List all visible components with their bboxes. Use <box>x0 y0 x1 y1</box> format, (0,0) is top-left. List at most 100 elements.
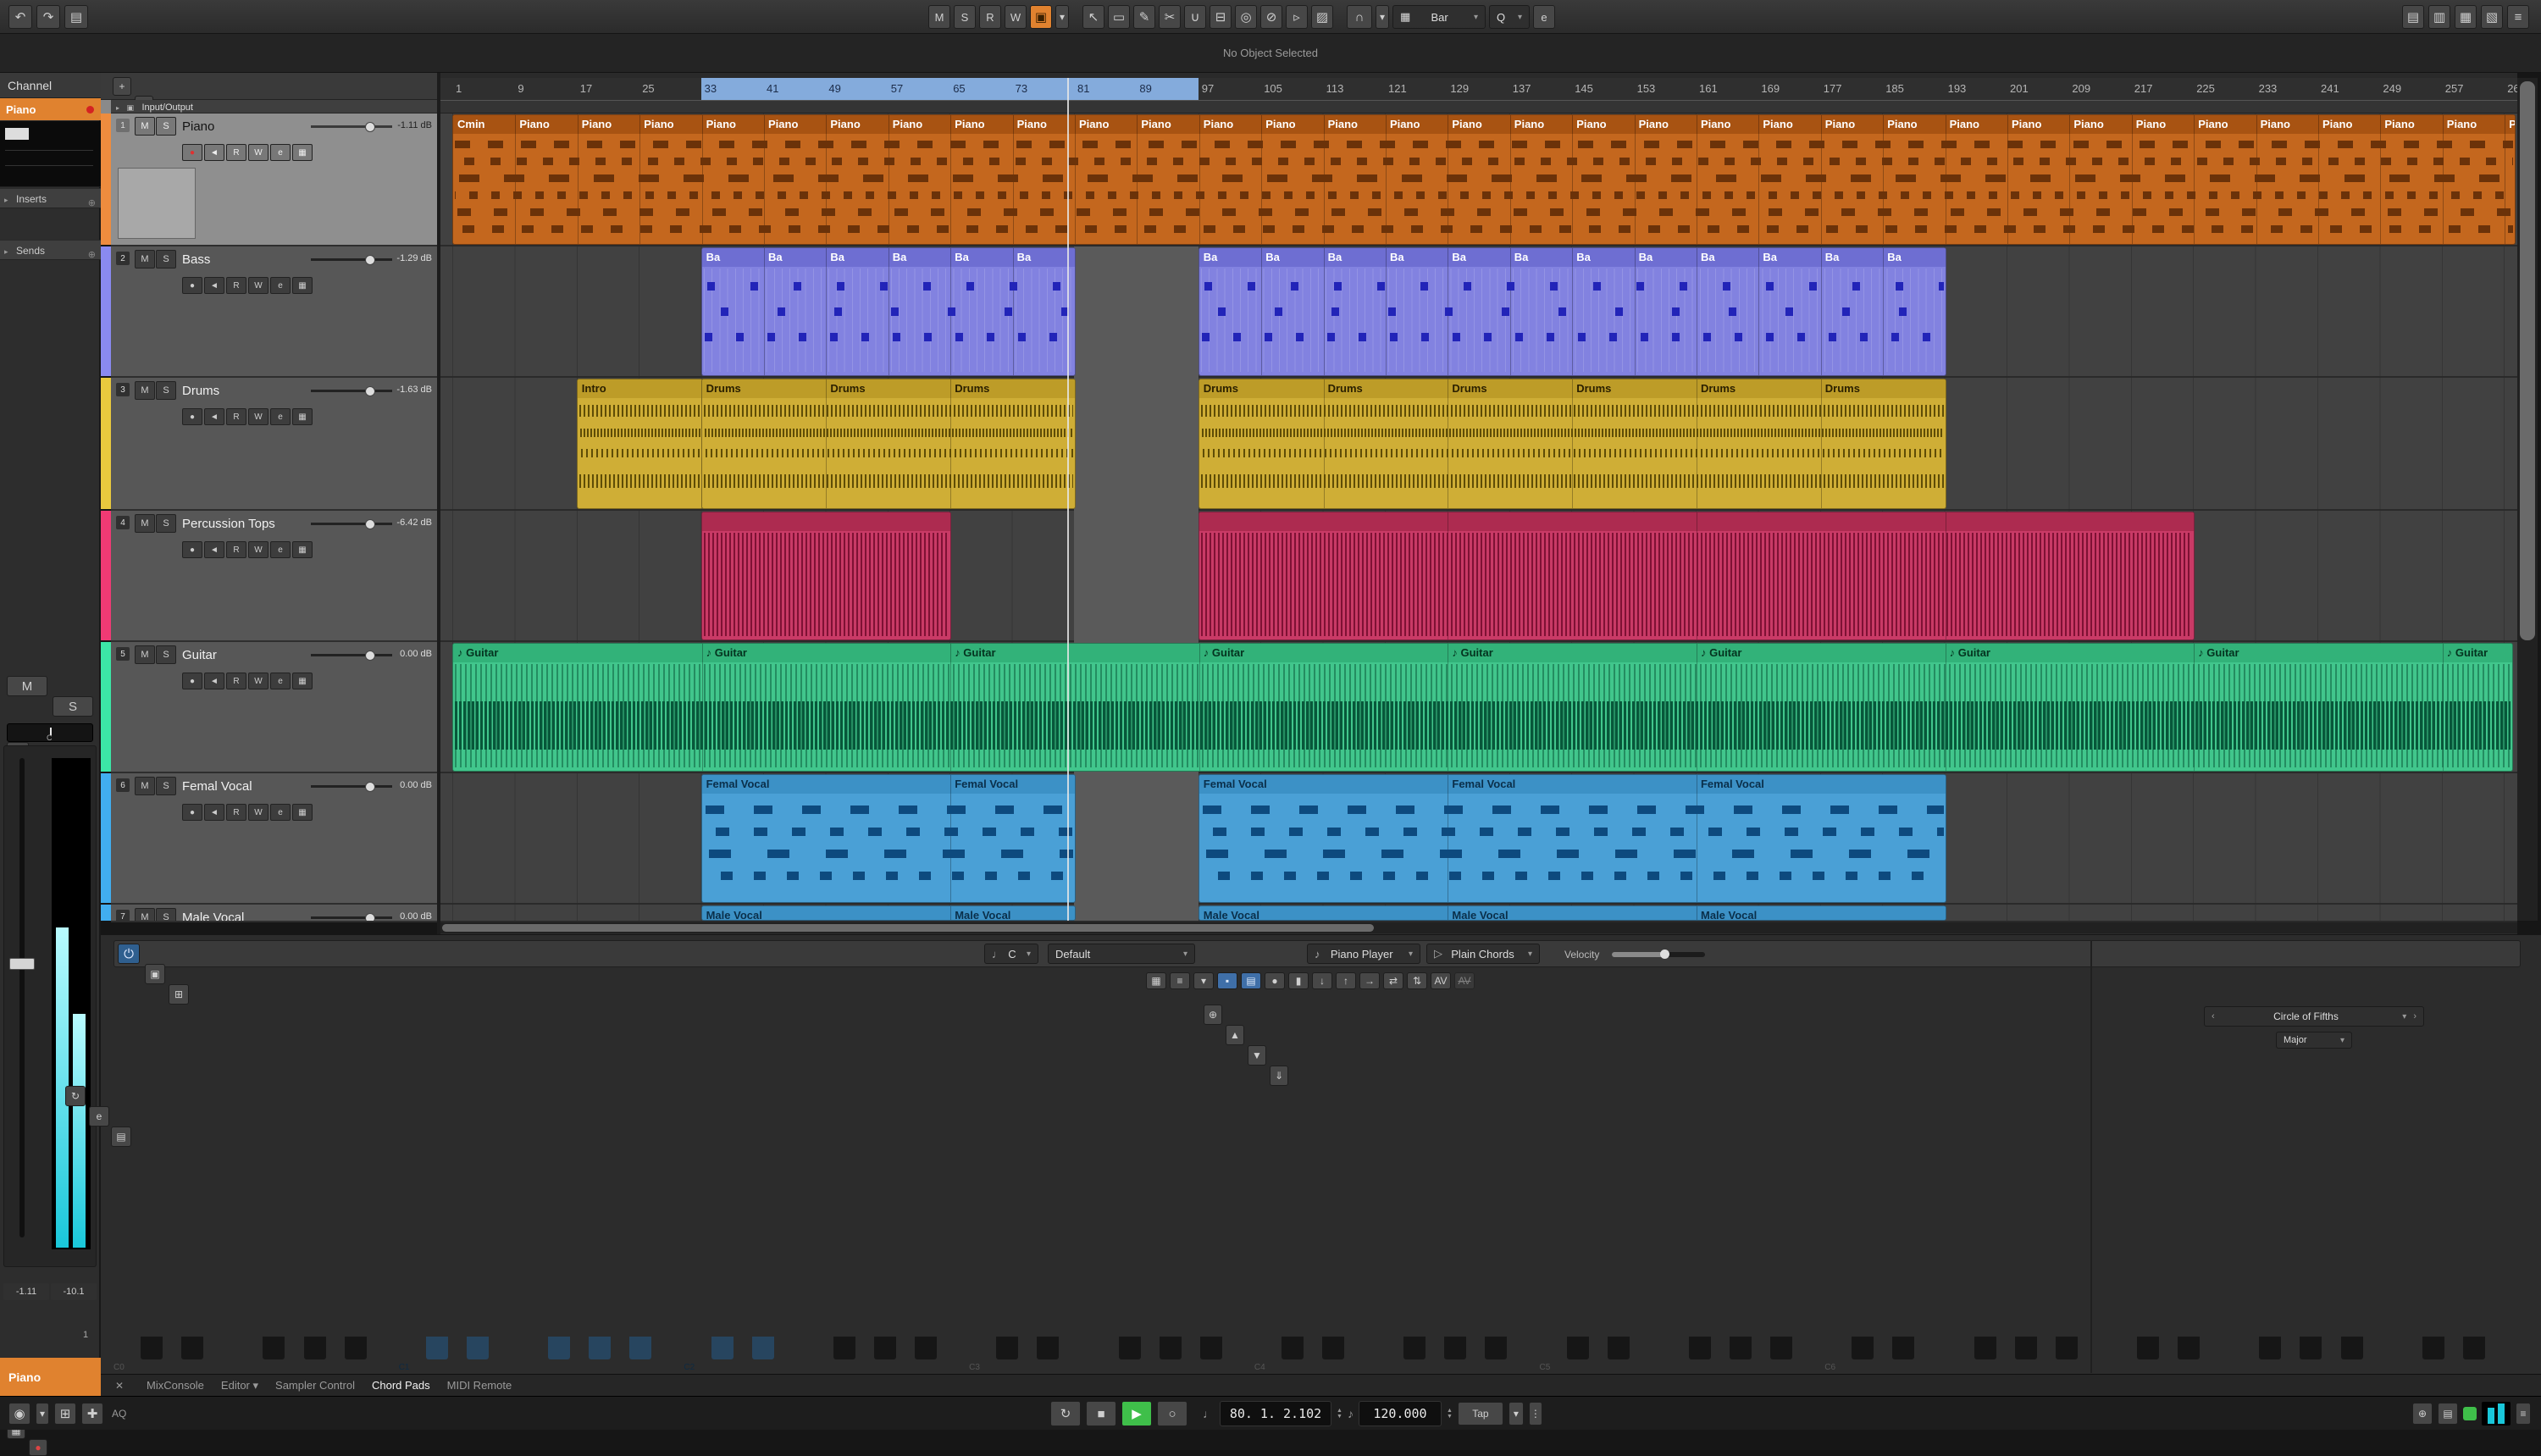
vertical-scrollbar-thumb[interactable] <box>2520 81 2535 640</box>
track-edit-button[interactable]: e <box>270 673 291 689</box>
track-volume-slider[interactable] <box>311 785 392 788</box>
mute-tool[interactable]: ⊘ <box>1260 5 1282 29</box>
clip-percussion-tops[interactable] <box>701 512 952 640</box>
track-monitor-button[interactable]: ◄ <box>204 804 224 821</box>
piano-black-key[interactable] <box>1689 1337 1711 1359</box>
chord-pads-mini-icon-3[interactable]: ▪ <box>1217 972 1237 989</box>
channel-solo-button[interactable]: S <box>53 696 93 717</box>
track-write-button[interactable]: W <box>248 804 268 821</box>
chord-pads-mini-icon-4[interactable]: ▤ <box>1241 972 1261 989</box>
chord-pads-power-button[interactable]: ⏻ <box>118 944 140 964</box>
sends-section-header[interactable]: ▸ Sends ⊕ <box>0 240 101 260</box>
chord-pads-view-button[interactable]: ▣ <box>145 964 165 984</box>
automation-caret[interactable]: ▾ <box>1055 5 1069 29</box>
chord-assistant-icon[interactable]: ↻ <box>65 1086 86 1106</box>
track-monitor-button[interactable]: ◄ <box>204 144 224 161</box>
grid-type-button[interactable]: ⊞ <box>54 1403 76 1425</box>
tab-sampler-control[interactable]: Sampler Control <box>267 1376 363 1396</box>
solo-all-button[interactable]: S <box>954 5 976 29</box>
track-mute-button[interactable]: M <box>135 777 155 795</box>
track-read-button[interactable]: R <box>226 277 246 294</box>
piano-black-key[interactable] <box>2422 1337 2444 1359</box>
track-volume-knob[interactable] <box>365 386 375 396</box>
piano-black-key[interactable] <box>345 1337 367 1359</box>
record-button[interactable]: ○ <box>1157 1401 1187 1426</box>
chord-pads-mini-icon-2[interactable]: ▾ <box>1193 972 1214 989</box>
snap-mode-button[interactable]: ◉ <box>8 1403 30 1425</box>
track-edit-button[interactable]: e <box>270 277 291 294</box>
mute-all-button[interactable]: M <box>928 5 950 29</box>
clip-guitar[interactable]: ♪ Guitar♪ Guitar♪ Guitar♪ Guitar♪ Guitar… <box>452 643 2513 772</box>
tab-midi-remote[interactable]: MIDI Remote <box>439 1376 521 1396</box>
midi-keyboard-icon[interactable]: ▤ <box>2438 1403 2458 1425</box>
piano-black-key[interactable] <box>589 1337 611 1359</box>
track-read-button[interactable]: R <box>226 673 246 689</box>
track-list-row-guitar[interactable]: 5MSGuitar0.00 dB●◄RWe▦ <box>111 642 437 773</box>
record-armed-icon[interactable] <box>86 106 94 113</box>
chord-pads-mini-icon-1[interactable]: ≡ <box>1170 972 1190 989</box>
tab-editor[interactable]: Editor ▾ <box>213 1376 267 1396</box>
piano-black-key[interactable] <box>1322 1337 1344 1359</box>
prev-arrow-icon[interactable]: ‹ <box>2212 1011 2215 1021</box>
track-solo-button[interactable]: S <box>156 908 176 922</box>
erase-tool[interactable]: ⊟ <box>1210 5 1232 29</box>
piano-black-key[interactable] <box>1770 1337 1792 1359</box>
piano-black-key[interactable] <box>1730 1337 1752 1359</box>
lower-zone-toggle-icon[interactable]: ▦ <box>2455 5 2477 29</box>
piano-black-key[interactable] <box>304 1337 326 1359</box>
track-read-button[interactable]: R <box>226 804 246 821</box>
track-list-row-femal-vocal[interactable]: 6MSFemal Vocal0.00 dB●◄RWe▦ <box>111 773 437 905</box>
track-mute-button[interactable]: M <box>135 250 155 269</box>
velocity-slider[interactable] <box>1612 952 1705 957</box>
track-write-button[interactable]: W <box>248 408 268 425</box>
track-volume-knob[interactable] <box>365 782 375 792</box>
assistant-mode-dropdown[interactable]: ‹ Circle of Fifths ▾ › <box>2204 1006 2424 1027</box>
grid-type-dropdown[interactable]: ▦Bar▾ <box>1392 5 1486 29</box>
player-mode-dropdown[interactable]: ▷ Plain Chords ▾ <box>1426 944 1540 964</box>
track-mute-button[interactable]: M <box>135 381 155 400</box>
track-record-button[interactable]: ● <box>182 804 202 821</box>
monitor-icon[interactable]: ● <box>29 1439 47 1456</box>
horizontal-scrollbar[interactable] <box>440 922 2517 933</box>
track-volume-slider[interactable] <box>311 125 392 128</box>
undo-button[interactable]: ↶ <box>8 5 32 29</box>
piano-black-key[interactable] <box>141 1337 163 1359</box>
chord-pads-grid-button[interactable]: ⊞ <box>169 984 189 1005</box>
track-read-button[interactable]: R <box>226 408 246 425</box>
track-freeze-button[interactable]: ▦ <box>292 541 313 558</box>
position-stepper[interactable]: ▲▼ <box>1337 1408 1342 1420</box>
track-list-row-male-vocal[interactable]: 7MSMale Vocal0.00 dB●◄RWe▦ <box>111 905 437 922</box>
close-lower-zone-button[interactable]: ✕ <box>111 1378 128 1393</box>
track-list-row-bass[interactable]: 2MSBass-1.29 dB●◄RWe▦ <box>111 246 437 378</box>
clip-bass[interactable]: BaBaBaBaBaBaBaBaBaBaBaBa <box>1199 247 1946 376</box>
track-write-button[interactable]: W <box>248 541 268 558</box>
track-monitor-button[interactable]: ◄ <box>204 673 224 689</box>
tempo-mode-caret[interactable]: ▾ <box>1509 1402 1524 1426</box>
track-volume-knob[interactable] <box>365 650 375 661</box>
add-track-button[interactable]: + <box>113 77 131 96</box>
piano-black-key[interactable] <box>1037 1337 1059 1359</box>
piano-black-key[interactable] <box>2341 1337 2363 1359</box>
play-tool[interactable]: ▹ <box>1286 5 1308 29</box>
root-key-dropdown[interactable]: ♩ C ▾ <box>984 944 1038 964</box>
piano-black-key[interactable] <box>915 1337 937 1359</box>
track-monitor-button[interactable]: ◄ <box>204 408 224 425</box>
track-list-row-percussion-tops[interactable]: 4MSPercussion Tops-6.42 dB●◄RWe▦ <box>111 511 437 642</box>
horizontal-scrollbar-thumb[interactable] <box>442 924 1374 932</box>
chord-pads-mini-icon-9[interactable]: → <box>1359 972 1380 989</box>
track-write-button[interactable]: W <box>248 673 268 689</box>
track-list-row-piano[interactable]: 1MSPiano-1.11 dB●◄RWe▦ <box>111 113 437 246</box>
piano-black-key[interactable] <box>467 1337 489 1359</box>
folder-track-row[interactable]: ▸ ▣ Input/Output <box>111 100 437 113</box>
clip-drums[interactable]: Intro <box>577 379 703 509</box>
track-freeze-button[interactable]: ▦ <box>292 673 313 689</box>
track-mute-button[interactable]: M <box>135 117 155 136</box>
piano-black-key[interactable] <box>833 1337 855 1359</box>
track-write-button[interactable]: W <box>248 277 268 294</box>
tab-chord-pads[interactable]: Chord Pads <box>363 1376 439 1396</box>
piano-black-key[interactable] <box>2259 1337 2281 1359</box>
clip-male-vocal[interactable]: Male VocalMale VocalMale Vocal <box>1199 905 1946 921</box>
inserts-section-header[interactable]: ▸ Inserts ⊕ <box>0 188 101 208</box>
color-tool[interactable]: ▨ <box>1311 5 1333 29</box>
piano-black-key[interactable] <box>1608 1337 1630 1359</box>
